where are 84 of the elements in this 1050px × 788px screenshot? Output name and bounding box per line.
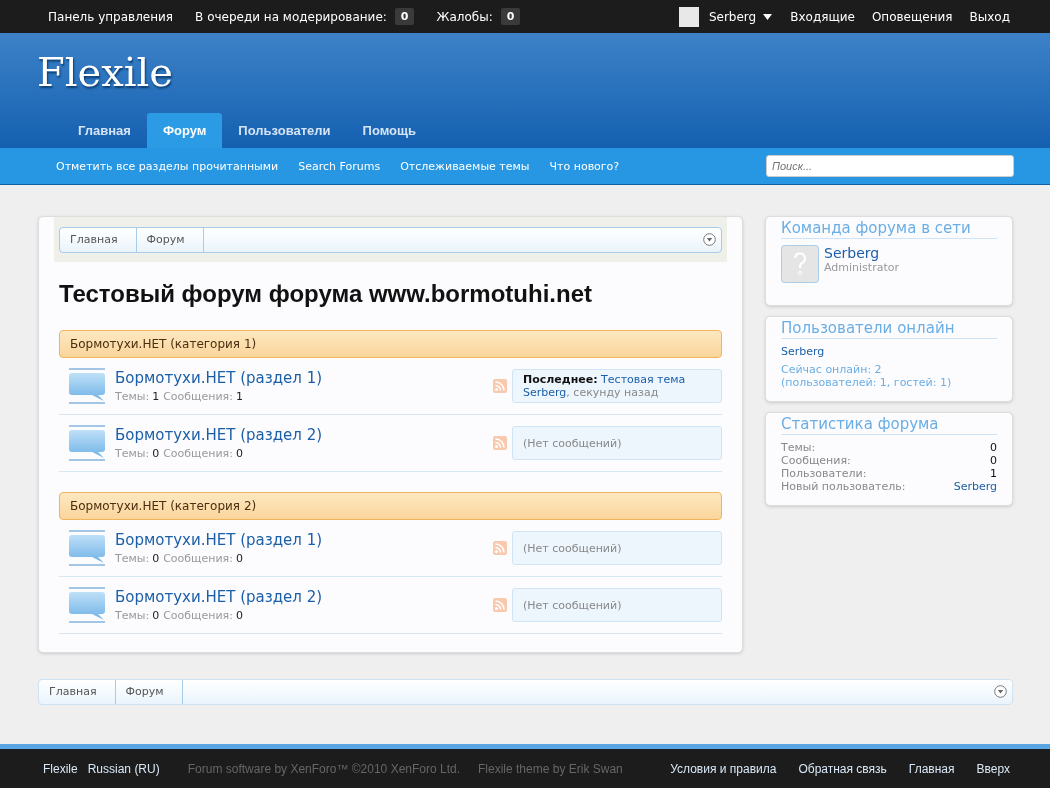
stat-value: 0 xyxy=(235,552,243,565)
nav-tab[interactable]: Пользователи xyxy=(222,113,347,148)
stat-label: Сообщения: xyxy=(781,454,851,467)
stat-label: Сообщения: xyxy=(163,609,233,622)
stat-label: Новый пользователь: xyxy=(781,480,906,493)
credit-text: Forum software by XenForo™ ©2010 XenForo Ltd. xyxy=(187,761,460,776)
rss-icon[interactable] xyxy=(493,598,507,612)
no-posts-text: (Нет сообщений) xyxy=(523,436,623,450)
rss-icon[interactable] xyxy=(493,436,507,450)
member-name-link[interactable]: Serberg xyxy=(824,245,880,261)
forum-title-link[interactable]: Бормотухи.НЕТ (раздел 1) xyxy=(115,531,323,549)
avatar-placeholder-icon[interactable] xyxy=(781,245,819,283)
forum-title-link[interactable]: Бормотухи.НЕТ (раздел 1) xyxy=(115,369,323,387)
stat-value: 0 xyxy=(990,454,997,467)
credit-text: Flexile theme by Erik Swan xyxy=(478,761,623,776)
stat-label: Сообщения: xyxy=(163,447,233,460)
footer-link[interactable]: Условия и правила xyxy=(670,761,777,776)
stat-value: 1 xyxy=(152,390,160,403)
stat-label: Сообщения: xyxy=(163,552,233,565)
stat-value: 0 xyxy=(235,609,243,622)
speech-bubble-icon xyxy=(68,587,106,623)
footer-link[interactable]: Главная xyxy=(908,761,955,776)
user-link[interactable]: Serberg xyxy=(781,345,997,358)
top-link[interactable]: В очереди на модерирование: xyxy=(195,9,387,24)
stat-value: 1 xyxy=(990,467,997,480)
breadcrumb-link[interactable]: Главная xyxy=(39,680,116,704)
search-field[interactable]: Поиск... xyxy=(766,155,1014,177)
forum-title-link[interactable]: Бормотухи.НЕТ (раздел 2) xyxy=(115,426,323,444)
nav-tab[interactable]: Помощь xyxy=(346,113,432,148)
user-menu[interactable]: Serberg xyxy=(708,9,757,24)
breadcrumb-link[interactable]: Главная xyxy=(60,228,137,252)
stat-label: Сообщения: xyxy=(163,390,233,403)
nav-tab[interactable]: Главная xyxy=(62,113,147,148)
avatar-icon[interactable] xyxy=(678,6,699,27)
top-link[interactable]: Жалобы: xyxy=(436,9,493,24)
user-link[interactable]: Serberg xyxy=(953,480,997,493)
no-posts-text: (Нет сообщений) xyxy=(523,598,623,612)
site-logo[interactable]: Flexile xyxy=(37,49,174,95)
page-title: Тестовый форум форума www.bormotuhi.net xyxy=(59,280,593,308)
stat-label: Темы: xyxy=(781,441,816,454)
member-role: Administrator xyxy=(824,261,899,274)
stat-label: Темы: xyxy=(115,390,150,403)
footer-link[interactable]: Обратная связь xyxy=(798,761,887,776)
speech-bubble-icon xyxy=(68,425,106,461)
breadcrumb-link[interactable]: Форум xyxy=(115,680,183,704)
stat-label: Темы: xyxy=(115,447,150,460)
footer-link[interactable]: Russian (RU) xyxy=(87,761,160,776)
stat-value: 0 xyxy=(152,552,160,565)
footer-link[interactable]: Flexile xyxy=(43,761,78,776)
stat-label: Пользователи: xyxy=(781,467,867,480)
top-link[interactable]: Оповещения xyxy=(871,9,953,24)
online-summary: (пользователей: 1, гостей: 1) xyxy=(781,376,953,389)
speech-bubble-icon xyxy=(68,530,106,566)
footer-link[interactable]: Вверх xyxy=(976,761,1010,776)
top-link[interactable]: Выход xyxy=(969,9,1010,24)
no-posts-text: (Нет сообщений) xyxy=(523,541,623,555)
card-title: Пользователи онлайн xyxy=(781,317,997,339)
count-badge: 0 xyxy=(394,8,415,25)
dropdown-icon[interactable] xyxy=(703,233,716,246)
rss-icon[interactable] xyxy=(493,541,507,555)
card-title: Команда форума в сети xyxy=(781,217,997,239)
post-time: , секунду назад xyxy=(566,386,659,399)
breadcrumb-link[interactable]: Форум xyxy=(136,228,204,252)
rss-icon[interactable] xyxy=(493,379,507,393)
caret-icon[interactable] xyxy=(763,13,773,20)
stat-value: 1 xyxy=(235,390,243,403)
online-summary: Сейчас онлайн: 2 xyxy=(781,363,883,376)
card-title: Статистика форума xyxy=(781,413,997,435)
stat-value: 0 xyxy=(152,609,160,622)
top-link[interactable]: Входящие xyxy=(790,9,855,24)
count-badge: 0 xyxy=(500,8,521,25)
stat-value: 0 xyxy=(990,441,997,454)
dropdown-icon[interactable] xyxy=(994,685,1007,698)
thread-link[interactable]: Тестовая тема xyxy=(601,373,686,386)
forum-title-link[interactable]: Бормотухи.НЕТ (раздел 2) xyxy=(115,588,323,606)
speech-bubble-icon xyxy=(68,368,106,404)
top-link[interactable]: Панель управления xyxy=(48,9,174,24)
category-header[interactable]: Бормотухи.НЕТ (категория 1) xyxy=(59,330,722,358)
stat-value: 0 xyxy=(235,447,243,460)
stat-value: 0 xyxy=(152,447,160,460)
last-post-label: Последнее: xyxy=(523,373,598,386)
category-header[interactable]: Бормотухи.НЕТ (категория 2) xyxy=(59,492,722,520)
stat-label: Темы: xyxy=(115,609,150,622)
stat-label: Темы: xyxy=(115,552,150,565)
